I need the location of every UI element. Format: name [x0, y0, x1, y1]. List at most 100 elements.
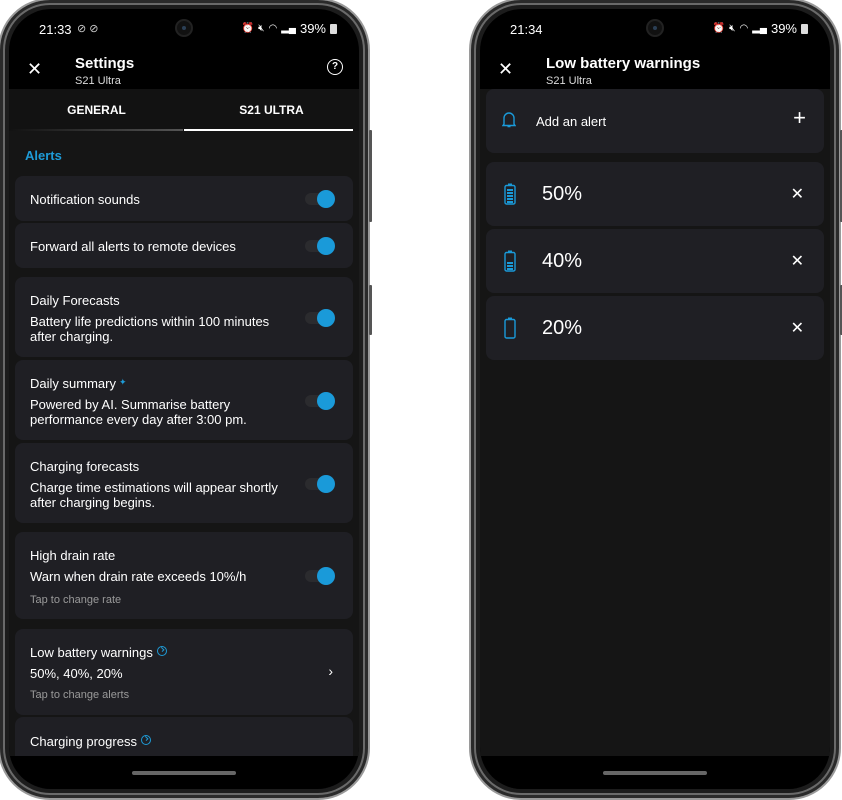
check-circle-icon	[156, 646, 167, 656]
setting-title: Notification sounds	[30, 192, 140, 207]
setting-high-drain-rate[interactable]: High drain rate Warn when drain rate exc…	[15, 532, 353, 619]
battery-bar	[507, 195, 513, 197]
phone-frame-right: 21:34 ⏰ 🔇︎ ◠ ▂▄ 39% ✕ Low battery warnin…	[469, 0, 842, 800]
battery-bar	[507, 198, 513, 200]
status-time: 21:33	[39, 22, 72, 37]
setting-low-battery-warnings[interactable]: Low battery warnings 50%, 40%, 20% Tap t…	[15, 629, 353, 715]
setting-title: High drain rate	[30, 548, 116, 563]
tab-bar: GENERAL S21 ULTRA	[9, 89, 359, 131]
setting-title-text: Daily summary	[30, 376, 116, 391]
home-indicator[interactable]	[132, 771, 236, 775]
wifi-icon: ◠	[268, 23, 278, 34]
alert-item: 20% ✕	[486, 296, 824, 360]
volume-button	[369, 130, 372, 222]
tab-s21-ultra[interactable]: S21 ULTRA	[184, 89, 359, 131]
front-camera	[175, 19, 193, 37]
battery-bar	[507, 192, 513, 194]
remove-alert-button[interactable]: ✕	[791, 318, 804, 338]
setting-title: Daily Forecasts	[30, 293, 120, 308]
mute-icon: 🔇︎	[258, 23, 265, 34]
setting-description: Warn when drain rate exceeds 10%/h	[30, 569, 247, 584]
low-battery-warnings-screen: 21:34 ⏰ 🔇︎ ◠ ▂▄ 39% ✕ Low battery warnin…	[480, 9, 830, 789]
high-drain-rate-toggle[interactable]	[305, 567, 335, 585]
setting-daily-forecasts[interactable]: Daily Forecasts Battery life predictions…	[15, 277, 353, 357]
battery-bar	[507, 268, 513, 270]
battery-level-icon	[504, 183, 516, 205]
setting-notification-sounds[interactable]: Notification sounds	[15, 176, 353, 221]
chevron-right-icon: ›	[328, 663, 333, 679]
page-subtitle: S21 Ultra	[75, 75, 121, 87]
charging-forecasts-toggle[interactable]	[305, 475, 335, 493]
page-title: Low battery warnings	[546, 55, 701, 72]
setting-hint: Tap to change rate	[30, 594, 122, 606]
alert-level: 20%	[542, 317, 583, 339]
daily-summary-toggle[interactable]	[305, 392, 335, 410]
battery-bar	[507, 201, 513, 203]
battery-percent: 39%	[770, 21, 797, 36]
daily-forecasts-toggle[interactable]	[305, 309, 335, 327]
page-title: Settings	[75, 55, 135, 72]
setting-title: Forward all alerts to remote devices	[30, 239, 236, 254]
ai-sparkle-icon: ✦	[118, 377, 127, 387]
help-icon[interactable]: ?	[327, 59, 343, 75]
battery-body	[504, 318, 516, 339]
setting-title-text: Charging progress	[30, 734, 137, 749]
setting-charging-forecasts[interactable]: Charging forecasts Charge time estimatio…	[15, 443, 353, 523]
alerts-list: Add an alert + 50% ✕ 40% ✕ 20% ✕	[480, 89, 830, 789]
setting-title: Daily summary ✦	[30, 376, 127, 391]
status-bar: 21:33 ⊘ ⊘ ⏰ 🔇︎ ◠ ▂▄ 39%	[9, 9, 359, 49]
battery-bar	[507, 265, 513, 267]
setting-value: 50%, 40%, 20%	[30, 666, 123, 681]
setting-description: Powered by AI. Summarise battery perform…	[30, 397, 247, 427]
setting-title-text: Low battery warnings	[30, 645, 153, 660]
setting-forward-alerts[interactable]: Forward all alerts to remote devices	[15, 223, 353, 268]
status-bar: 21:34 ⏰ 🔇︎ ◠ ▂▄ 39%	[480, 9, 830, 49]
alert-level: 50%	[542, 183, 583, 205]
bell-icon	[502, 112, 516, 128]
battery-bar	[507, 262, 513, 264]
setting-title: Low battery warnings	[30, 645, 167, 660]
alarm-icon: ⏰	[712, 23, 726, 34]
add-alert-label: Add an alert	[536, 114, 607, 129]
phone-frame-left: 21:33 ⊘ ⊘ ⏰ 🔇︎ ◠ ▂▄ 39% ✕ Settings S21 U…	[0, 0, 372, 800]
battery-level-icon	[504, 250, 516, 272]
remove-alert-button[interactable]: ✕	[791, 251, 804, 271]
close-button[interactable]: ✕	[498, 59, 513, 79]
section-title: Alerts	[25, 148, 62, 163]
setting-hint: Tap to change alerts	[30, 689, 130, 701]
notification-sounds-toggle[interactable]	[305, 190, 335, 208]
settings-screen: 21:33 ⊘ ⊘ ⏰ 🔇︎ ◠ ▂▄ 39% ✕ Settings S21 U…	[9, 9, 359, 789]
check-circle-icon	[140, 735, 151, 745]
setting-title: Charging forecasts	[30, 459, 140, 474]
battery-icon	[330, 23, 337, 34]
battery-bar	[507, 189, 513, 191]
battery-icon	[801, 23, 808, 34]
page-subtitle: S21 Ultra	[546, 75, 592, 87]
setting-description: Battery life predictions within 100 minu…	[30, 314, 270, 344]
alert-item: 40% ✕	[486, 229, 824, 293]
add-alert-button[interactable]: Add an alert +	[486, 89, 824, 153]
battery-level-icon	[504, 317, 516, 339]
tab-general[interactable]: GENERAL	[9, 89, 184, 131]
remove-alert-button[interactable]: ✕	[791, 184, 804, 204]
alert-item: 50% ✕	[486, 162, 824, 226]
wifi-icon: ◠	[739, 23, 749, 34]
notification-icons: ⊘ ⊘	[77, 23, 99, 35]
alert-level: 40%	[542, 250, 583, 272]
setting-description: Charge time estimations will appear shor…	[30, 480, 278, 510]
front-camera	[646, 19, 664, 37]
forward-alerts-toggle[interactable]	[305, 237, 335, 255]
plus-icon: +	[793, 105, 806, 130]
power-button	[369, 285, 372, 335]
signal-icon: ▂▄	[752, 23, 767, 34]
status-time: 21:34	[510, 22, 543, 37]
signal-icon: ▂▄	[281, 23, 296, 34]
alarm-icon: ⏰	[241, 23, 255, 34]
settings-list: Alerts Notification sounds Forward all a…	[9, 131, 359, 789]
mute-icon: 🔇︎	[729, 23, 736, 34]
battery-percent: 39%	[299, 21, 326, 36]
setting-title: Charging progress	[30, 734, 151, 749]
home-indicator[interactable]	[603, 771, 707, 775]
setting-daily-summary[interactable]: Daily summary ✦ Powered by AI. Summarise …	[15, 360, 353, 440]
close-button[interactable]: ✕	[27, 59, 42, 79]
